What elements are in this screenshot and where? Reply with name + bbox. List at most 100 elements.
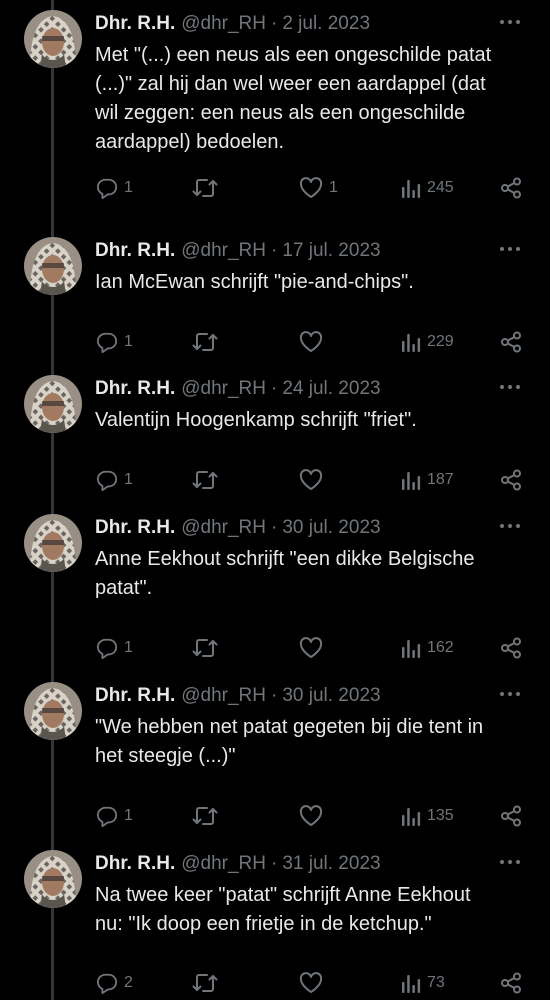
author-name[interactable]: Dhr. R.H. [95,240,175,261]
reply-button[interactable]: 1 [96,633,133,663]
heart-icon [299,331,323,352]
like-button[interactable] [299,801,329,831]
share-icon [501,637,521,659]
retweet-button[interactable] [192,465,224,495]
share-button[interactable] [500,968,522,998]
tweet-actions: 1 [0,465,550,495]
share-button[interactable] [500,465,522,495]
tweet-header: Dhr. R.H. @dhr_RH · 24 jul. 2023 [95,376,381,402]
retweet-icon [192,807,218,825]
share-icon [501,805,521,827]
more-options-button[interactable] [498,12,522,32]
header-separator: · [271,13,278,34]
retweet-icon [192,333,218,351]
header-separator: · [271,517,278,538]
reply-bubble-icon [96,178,118,199]
author-name[interactable]: Dhr. R.H. [95,378,175,399]
share-icon [501,331,521,353]
tweet-header: Dhr. R.H. @dhr_RH · 31 jul. 2023 [95,851,381,877]
like-button[interactable] [299,327,329,357]
more-horizontal-icon [500,692,520,696]
share-icon [501,972,521,994]
heart-icon [299,469,323,490]
more-horizontal-icon [500,20,520,24]
header-separator: · [271,853,278,874]
author-handle[interactable]: @dhr_RH [181,240,266,261]
retweet-button[interactable] [192,327,224,357]
author-handle[interactable]: @dhr_RH [181,13,266,34]
more-options-button[interactable] [498,239,522,259]
tweet-header: Dhr. R.H. @dhr_RH · 17 jul. 2023 [95,238,381,264]
retweet-icon [192,974,218,992]
author-handle[interactable]: @dhr_RH [181,517,266,538]
author-name[interactable]: Dhr. R.H. [95,853,175,874]
author-handle[interactable]: @dhr_RH [181,685,266,706]
more-options-button[interactable] [498,377,522,397]
tweet-text: Anne Eekhout schrijft "een dikke Belgisc… [95,548,475,599]
header-separator: · [271,378,278,399]
reply-button[interactable]: 1 [96,327,133,357]
views-button[interactable]: 135 [401,801,454,831]
tweet-actions: 1 [0,327,550,357]
avatar[interactable] [24,514,82,572]
tweet-date[interactable]: 30 jul. 2023 [282,685,380,706]
view-count: 187 [427,471,454,488]
view-count: 245 [427,179,454,196]
share-button[interactable] [500,801,522,831]
like-button[interactable] [299,465,329,495]
avatar[interactable] [24,10,82,68]
author-handle[interactable]: @dhr_RH [181,853,266,874]
views-button[interactable]: 229 [401,327,454,357]
retweet-button[interactable] [192,801,224,831]
author-name[interactable]: Dhr. R.H. [95,13,175,34]
tweet-text: "We hebben net patat gegeten bij die ten… [95,716,484,767]
header-separator: · [271,240,278,261]
share-button[interactable] [500,173,522,203]
like-button[interactable]: 1 [299,173,338,203]
share-button[interactable] [500,327,522,357]
author-name[interactable]: Dhr. R.H. [95,517,175,538]
tweet-date[interactable]: 30 jul. 2023 [282,517,380,538]
tweet-date[interactable]: 17 jul. 2023 [282,240,380,261]
view-count: 135 [427,807,454,824]
tweet-date[interactable]: 24 jul. 2023 [282,378,380,399]
views-button[interactable]: 245 [401,173,454,203]
view-count: 229 [427,333,454,350]
more-horizontal-icon [500,860,520,864]
reply-button[interactable]: 1 [96,465,133,495]
views-button[interactable]: 162 [401,633,454,663]
avatar[interactable] [24,237,82,295]
author-handle[interactable]: @dhr_RH [181,378,266,399]
like-button[interactable] [299,968,329,998]
view-count: 162 [427,639,454,656]
retweet-icon [192,639,218,657]
reply-bubble-icon [96,806,118,827]
reply-button[interactable]: 2 [96,968,133,998]
more-options-button[interactable] [498,516,522,536]
views-button[interactable]: 187 [401,465,454,495]
more-horizontal-icon [500,524,520,528]
retweet-icon [192,179,218,197]
author-name[interactable]: Dhr. R.H. [95,685,175,706]
tweet-date[interactable]: 2 jul. 2023 [282,13,370,34]
more-options-button[interactable] [498,684,522,704]
share-button[interactable] [500,633,522,663]
like-button[interactable] [299,633,329,663]
avatar[interactable] [24,850,82,908]
tweet-date[interactable]: 31 jul. 2023 [282,853,380,874]
avatar[interactable] [24,375,82,433]
retweet-button[interactable] [192,633,224,663]
tweet-text: Valentijn Hoogenkamp schrijft "friet". [95,409,417,431]
reply-button[interactable]: 1 [96,801,133,831]
avatar[interactable] [24,682,82,740]
more-options-button[interactable] [498,852,522,872]
retweet-button[interactable] [192,968,224,998]
retweet-button[interactable] [192,173,224,203]
tweet-text: Na twee keer "patat" schrijft Anne Eekho… [95,884,471,935]
reply-button[interactable]: 1 [96,173,133,203]
retweet-icon [192,471,218,489]
header-separator: · [271,685,278,706]
bar-chart-icon [402,808,421,826]
views-button[interactable]: 73 [401,968,445,998]
reply-bubble-icon [96,638,118,659]
